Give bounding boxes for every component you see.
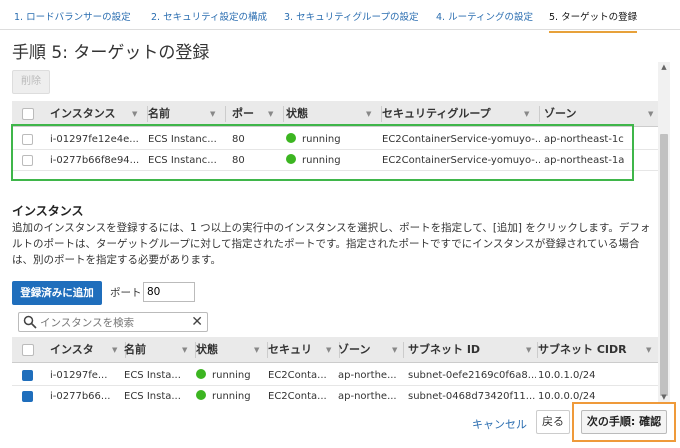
subnet-cidr: 10.0.0.0/24 <box>538 391 596 402</box>
table-row[interactable]: i-01297fe... ECS Insta... running EC2Con… <box>12 365 658 386</box>
table-header: インスタ ▼ 名前 ▼ 状態 ▼ セキュリ ▼ ゾーン ▼ サブネット ID ▼ サブネット… <box>12 337 658 363</box>
step-3[interactable]: 3. セキュリティグループの設定 <box>284 9 418 23</box>
instance-id: i-01297fe... <box>50 370 108 381</box>
security-group: EC2Conta... <box>268 370 327 381</box>
instances-heading: インスタンス <box>12 204 84 218</box>
column-label: ゾーン <box>544 107 577 120</box>
column-label: 名前 <box>148 107 170 120</box>
sort-caret-icon: ▼ <box>182 346 188 354</box>
step-2[interactable]: 2. セキュリティ設定の構成 <box>151 9 267 23</box>
scrollbar-thumb[interactable] <box>660 134 668 396</box>
search-icon <box>23 315 37 329</box>
back-button[interactable]: 戻る <box>536 410 570 434</box>
zone: ap-northe... <box>338 391 397 402</box>
subnet-id: subnet-0efe2169c0f6a8... <box>408 370 536 381</box>
column-label: セキュリティグループ <box>382 107 491 120</box>
step-1[interactable]: 1. ロードバランサーの設定 <box>14 9 131 23</box>
column-label: インスタンス <box>50 107 116 120</box>
state-label: running <box>212 391 251 402</box>
wizard-steps: 1. ロードバランサーの設定 2. セキュリティ設定の構成 3. セキュリティグ… <box>0 0 680 33</box>
state-label: running <box>212 370 251 381</box>
instance-name: ECS Insta... <box>124 391 181 402</box>
column-header[interactable]: ゾーン ▼ <box>338 337 404 363</box>
step-4[interactable]: 4. ルーティングの設定 <box>436 9 533 23</box>
column-header[interactable]: 名前 ▼ <box>124 337 196 363</box>
port-input[interactable] <box>143 282 195 302</box>
running-status-icon <box>196 390 206 400</box>
column-label: サブネット ID <box>408 343 481 356</box>
scroll-down-icon[interactable]: ▼ <box>658 392 670 402</box>
subnet-cidr: 10.0.1.0/24 <box>538 370 596 381</box>
state: running <box>196 365 266 386</box>
column-header[interactable]: セキュリ ▼ <box>268 337 340 363</box>
instance-id: i-0277b66... <box>50 391 111 402</box>
column-header[interactable]: 状態 ▼ <box>196 337 268 363</box>
column-label: ポー <box>232 107 254 120</box>
subnet-id: subnet-0468d73420f11... <box>408 391 536 402</box>
sort-caret-icon: ▼ <box>648 110 654 118</box>
port-label: ポート <box>110 287 142 299</box>
step-5-label: 5. ターゲットの登録 <box>549 12 638 23</box>
instances-description: 追加のインスタンスを登録するには、1 つ以上の実行中のインスタンスを選択し、ポー… <box>12 222 651 266</box>
vertical-scrollbar[interactable]: ▲ ▼ <box>658 62 670 402</box>
column-header[interactable]: サブネット CIDR ▼ <box>538 337 656 363</box>
step-5[interactable]: 5. ターゲットの登録 <box>549 9 638 33</box>
zone: ap-northe... <box>338 370 397 381</box>
column-label: 状態 <box>286 107 308 120</box>
security-group: EC2Conta... <box>268 391 327 402</box>
row-checkbox[interactable] <box>22 391 33 402</box>
sort-caret-icon: ▼ <box>112 346 118 354</box>
sort-caret-icon: ▼ <box>254 346 260 354</box>
select-all-checkbox[interactable] <box>22 108 34 120</box>
delete-button[interactable]: 削除 <box>12 70 50 94</box>
cancel-button[interactable]: キャンセル <box>472 416 527 432</box>
column-label: サブネット CIDR <box>538 343 627 356</box>
scroll-up-icon[interactable]: ▲ <box>658 62 670 72</box>
next-review-button[interactable]: 次の手順: 確認 <box>581 410 667 434</box>
column-label: インスタ <box>50 343 94 356</box>
column-label: セキュリ <box>268 343 312 356</box>
state: running <box>196 386 266 402</box>
sort-caret-icon: ▼ <box>526 346 532 354</box>
column-label: 名前 <box>124 343 146 356</box>
add-to-registered-button[interactable]: 登録済みに追加 <box>12 281 102 305</box>
column-label: ゾーン <box>338 343 371 356</box>
sort-caret-icon: ▼ <box>646 346 652 354</box>
active-step-underline <box>549 31 638 33</box>
sort-caret-icon: ▼ <box>392 346 398 354</box>
clear-search-icon[interactable]: ✕ <box>191 313 203 331</box>
instance-search[interactable]: インスタンスを検索 ✕ <box>18 312 208 332</box>
page-title: 手順 5: ターゲットの登録 <box>12 43 210 63</box>
row-checkbox[interactable] <box>22 370 33 381</box>
column-header[interactable]: インスタ ▼ <box>50 337 126 363</box>
search-placeholder: インスタンスを検索 <box>40 317 135 329</box>
column-header[interactable]: サブネット ID ▼ <box>408 337 538 363</box>
column-label: 状態 <box>196 343 218 356</box>
table-row[interactable]: i-0277b66... ECS Insta... running EC2Con… <box>12 386 658 402</box>
registered-rows-highlight <box>11 124 634 181</box>
sort-caret-icon: ▼ <box>326 346 332 354</box>
instance-name: ECS Insta... <box>124 370 181 381</box>
select-all-checkbox[interactable] <box>22 344 34 356</box>
available-instances-table: インスタ ▼ 名前 ▼ 状態 ▼ セキュリ ▼ ゾーン ▼ サブネット ID ▼ サブネット… <box>12 337 658 402</box>
running-status-icon <box>196 369 206 379</box>
